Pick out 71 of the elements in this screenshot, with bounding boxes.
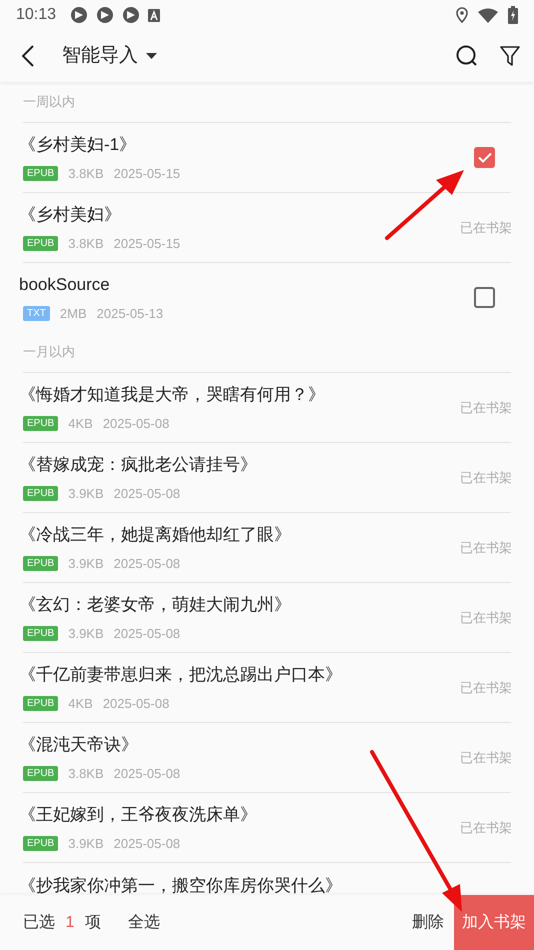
file-size: 3.9KB bbox=[68, 554, 104, 572]
file-date: 2025-05-15 bbox=[114, 164, 180, 182]
book-title: 《冷战三年，她提离婚他却红了眼》 bbox=[19, 524, 292, 546]
app-icon bbox=[122, 6, 140, 24]
battery-icon bbox=[508, 6, 518, 24]
format-tag: EPUB bbox=[23, 166, 58, 181]
file-size: 3.8KB bbox=[68, 764, 104, 782]
checkbox[interactable] bbox=[474, 147, 495, 168]
selected-count: 已选 1 项 bbox=[23, 912, 101, 932]
on-shelf-label: 已在书架 bbox=[460, 398, 512, 417]
format-tag: EPUB bbox=[23, 556, 58, 571]
book-title: 《悔婚才知道我是大帝，哭瞎有何用？》 bbox=[19, 384, 326, 406]
status-time: 10:13 bbox=[16, 5, 56, 25]
format-tag: EPUB bbox=[23, 626, 58, 641]
add-to-shelf-button[interactable]: 加入书架 bbox=[454, 895, 534, 950]
check-icon bbox=[478, 152, 492, 163]
file-date: 2025-05-08 bbox=[114, 764, 180, 782]
book-title: bookSource bbox=[19, 274, 111, 296]
book-title: 《乡村美妇-1》 bbox=[19, 134, 138, 156]
file-size: 2MB bbox=[60, 304, 87, 322]
app-icon bbox=[96, 6, 114, 24]
format-tag: EPUB bbox=[23, 416, 58, 431]
keyboard-icon bbox=[148, 8, 160, 22]
format-tag: TXT bbox=[23, 306, 50, 321]
delete-button[interactable]: 删除 bbox=[402, 895, 454, 950]
caret-icon bbox=[146, 53, 157, 59]
file-size: 4KB bbox=[68, 694, 93, 712]
file-date: 2025-05-08 bbox=[102, 694, 170, 712]
file-date: 2025-05-08 bbox=[114, 834, 180, 852]
book-title: 《王妃嫁到，王爷夜夜洗床单》 bbox=[19, 804, 258, 826]
file-size: 3.9KB bbox=[68, 834, 104, 852]
format-tag: EPUB bbox=[23, 766, 58, 781]
section-header: 一月以内 bbox=[23, 343, 75, 362]
file-date: 2025-05-15 bbox=[114, 234, 180, 252]
title-dropdown[interactable]: 智能导入 bbox=[62, 42, 157, 70]
file-date: 2025-05-13 bbox=[96, 304, 164, 322]
book-title: 《替嫁成宠：疯批老公请挂号》 bbox=[19, 454, 258, 476]
file-size: 3.9KB bbox=[68, 624, 104, 642]
format-tag: EPUB bbox=[23, 836, 58, 851]
on-shelf-label: 已在书架 bbox=[460, 678, 512, 697]
file-date: 2025-05-08 bbox=[114, 484, 180, 502]
on-shelf-label: 已在书架 bbox=[460, 468, 512, 487]
file-size: 3.8KB bbox=[68, 234, 104, 252]
on-shelf-label: 已在书架 bbox=[460, 748, 512, 767]
file-size: 4KB bbox=[68, 414, 93, 432]
section-header: 一周以内 bbox=[23, 93, 75, 112]
on-shelf-label: 已在书架 bbox=[460, 818, 512, 837]
wifi-icon bbox=[478, 8, 498, 22]
format-tag: EPUB bbox=[23, 696, 58, 711]
on-shelf-label: 已在书架 bbox=[460, 608, 512, 627]
file-date: 2025-05-08 bbox=[102, 414, 170, 432]
on-shelf-label: 已在书架 bbox=[460, 538, 512, 557]
on-shelf-label: 已在书架 bbox=[460, 218, 512, 237]
book-title: 《乡村美妇》 bbox=[19, 204, 122, 226]
file-date: 2025-05-08 bbox=[114, 624, 180, 642]
filter-icon[interactable] bbox=[500, 46, 520, 66]
select-all-button[interactable]: 全选 bbox=[128, 910, 160, 934]
book-title: 《千亿前妻带崽归来，把沈总踢出户口本》 bbox=[19, 664, 343, 686]
format-tag: EPUB bbox=[23, 236, 58, 251]
file-date: 2025-05-08 bbox=[114, 554, 180, 572]
book-title: 《玄幻：老婆女帝，萌娃大闹九州》 bbox=[19, 594, 292, 616]
app-icon bbox=[70, 6, 88, 24]
location-icon bbox=[456, 7, 468, 23]
file-size: 3.9KB bbox=[68, 484, 104, 502]
search-icon[interactable] bbox=[456, 45, 478, 67]
checkbox[interactable] bbox=[474, 287, 495, 308]
book-title: 《混沌天帝诀》 bbox=[19, 734, 139, 756]
back-icon bbox=[22, 45, 34, 67]
file-size: 3.8KB bbox=[68, 164, 104, 182]
book-title: 《抄我家你冲第一，搬空你库房你哭什么》 bbox=[19, 875, 343, 895]
format-tag: EPUB bbox=[23, 486, 58, 501]
